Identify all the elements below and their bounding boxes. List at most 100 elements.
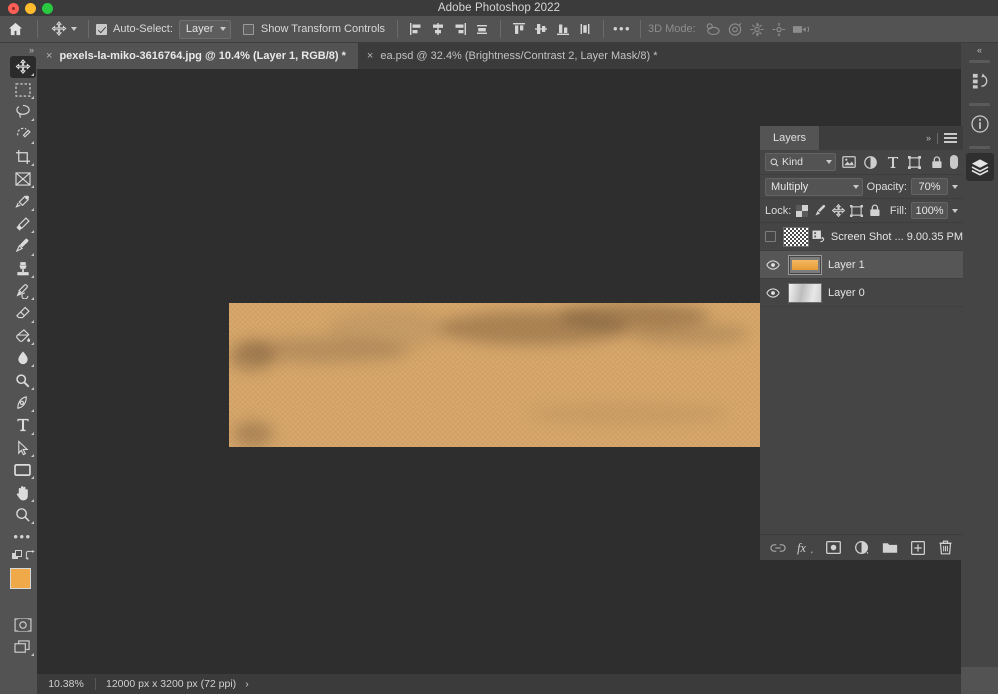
- lock-image-pixels-icon[interactable]: [813, 202, 827, 220]
- camera-3d-icon[interactable]: [790, 18, 812, 40]
- blur-tool-button[interactable]: [10, 347, 36, 369]
- align-right-edges-icon[interactable]: [449, 18, 471, 40]
- quick-selection-tool-button[interactable]: [10, 123, 36, 145]
- move-tool-button[interactable]: [10, 56, 36, 78]
- distribute-horizontal-icon[interactable]: [471, 18, 493, 40]
- active-tool-preset[interactable]: [45, 18, 81, 40]
- lock-position-icon[interactable]: [832, 202, 846, 220]
- filter-toggle-pill[interactable]: [950, 155, 958, 169]
- history-brush-tool-button[interactable]: [10, 280, 36, 302]
- lasso-tool-button[interactable]: [10, 101, 36, 123]
- orbit-3d-icon[interactable]: [702, 18, 724, 40]
- gradient-tool-button[interactable]: [10, 325, 36, 347]
- layer-row[interactable]: Screen Shot ... 9.00.35 PM: [760, 223, 963, 251]
- rectangle-tool-button[interactable]: [10, 459, 36, 481]
- filter-type-icon[interactable]: [884, 153, 902, 171]
- lock-artboard-nesting-icon[interactable]: [850, 202, 864, 220]
- dodge-tool-button[interactable]: [10, 369, 36, 391]
- align-bottom-edges-icon[interactable]: [552, 18, 574, 40]
- eraser-tool-button[interactable]: [10, 302, 36, 324]
- link-layers-icon[interactable]: [769, 539, 786, 556]
- pan-3d-icon[interactable]: [746, 18, 768, 40]
- align-top-edges-icon[interactable]: [508, 18, 530, 40]
- crop-tool-button[interactable]: [10, 146, 36, 168]
- brush-tool-button[interactable]: [10, 235, 36, 257]
- search-icon: [770, 158, 779, 167]
- filter-pixel-icon[interactable]: [840, 153, 858, 171]
- layer-thumbnail[interactable]: [788, 255, 822, 275]
- layer-style-fx-icon[interactable]: fx: [797, 539, 814, 556]
- lock-all-icon[interactable]: [868, 202, 882, 220]
- foreground-color-swatch[interactable]: [10, 568, 31, 589]
- zoom-level[interactable]: 10.38%: [37, 678, 95, 690]
- document-tab-active[interactable]: × pexels-la-miko-3616764.jpg @ 10.4% (La…: [37, 43, 358, 69]
- blend-mode-select[interactable]: Multiply: [765, 178, 863, 196]
- show-transform-controls-checkbox[interactable]: [243, 24, 254, 35]
- dock-grip-bar-3[interactable]: [969, 146, 990, 149]
- home-icon[interactable]: [0, 16, 30, 43]
- slide-3d-icon[interactable]: [768, 18, 790, 40]
- opacity-value[interactable]: 70%: [911, 178, 948, 195]
- dock-grip-bar-1[interactable]: [969, 60, 990, 63]
- hand-tool-button[interactable]: [10, 481, 36, 503]
- layer-thumbnail[interactable]: [788, 283, 822, 303]
- dock-collapse-button[interactable]: «: [961, 43, 998, 57]
- dock-grip-bar-2[interactable]: [969, 103, 990, 106]
- layer-visibility-toggle[interactable]: [764, 288, 782, 298]
- distribute-vertical-icon[interactable]: [574, 18, 596, 40]
- auto-select-checkbox[interactable]: [96, 24, 107, 35]
- toolbar-expand-button[interactable]: »: [8, 43, 37, 56]
- zoom-tool-button[interactable]: [10, 504, 36, 526]
- screen-mode-button[interactable]: [10, 636, 36, 658]
- tool-preset-chevron-down-icon[interactable]: [71, 27, 77, 31]
- auto-select-scope-select[interactable]: Layer: [179, 20, 231, 39]
- document-size-field[interactable]: 12000 px x 3200 px (72 ppi) ›: [96, 678, 249, 690]
- layer-row[interactable]: Layer 0: [760, 279, 963, 307]
- document-artboard[interactable]: [229, 303, 760, 447]
- roll-3d-icon[interactable]: [724, 18, 746, 40]
- layer-row[interactable]: Layer 1: [760, 251, 963, 279]
- delete-layer-icon[interactable]: [937, 539, 954, 556]
- panel-menu-icon[interactable]: [944, 133, 957, 143]
- opacity-chevron-down-icon[interactable]: [952, 185, 958, 189]
- fill-chevron-down-icon[interactable]: [952, 209, 958, 213]
- frame-tool-button[interactable]: [10, 168, 36, 190]
- fill-value[interactable]: 100%: [911, 202, 948, 219]
- spot-healing-brush-tool-button[interactable]: [10, 213, 36, 235]
- filter-adjustment-icon[interactable]: [862, 153, 880, 171]
- align-vertical-centers-icon[interactable]: [530, 18, 552, 40]
- horizontal-type-tool-button[interactable]: [10, 414, 36, 436]
- more-options-button[interactable]: •••: [611, 18, 633, 40]
- eyedropper-tool-button[interactable]: [10, 190, 36, 212]
- layer-thumbnail[interactable]: [783, 227, 809, 247]
- align-left-edges-icon[interactable]: [405, 18, 427, 40]
- panel-expand-chevron-icon[interactable]: »: [926, 133, 931, 143]
- status-expand-arrow-icon[interactable]: ›: [245, 678, 249, 690]
- document-tab-inactive[interactable]: × ea.psd @ 32.4% (Brightness/Contrast 2,…: [358, 43, 670, 69]
- add-layer-mask-icon[interactable]: [825, 539, 842, 556]
- filter-shape-icon[interactable]: [906, 153, 924, 171]
- clone-stamp-tool-button[interactable]: [10, 258, 36, 280]
- layer-filter-kind-select[interactable]: Kind: [765, 153, 836, 171]
- layers-panel-icon[interactable]: [966, 153, 994, 181]
- pen-tool-button[interactable]: [10, 392, 36, 414]
- close-tab-icon-2[interactable]: ×: [367, 50, 373, 62]
- tools-panel: »: [8, 43, 37, 667]
- new-layer-icon[interactable]: [909, 539, 926, 556]
- info-panel-icon[interactable]: [966, 110, 994, 138]
- color-swatches[interactable]: [8, 564, 37, 608]
- quick-mask-button[interactable]: [10, 614, 36, 636]
- close-tab-icon[interactable]: ×: [46, 50, 52, 62]
- tab-layers[interactable]: Layers: [760, 126, 819, 150]
- filter-smart-object-icon[interactable]: [928, 153, 946, 171]
- edit-toolbar-button[interactable]: •••: [10, 526, 36, 548]
- new-group-icon[interactable]: [881, 539, 898, 556]
- lock-transparent-pixels-icon[interactable]: [795, 202, 809, 220]
- layer-visibility-toggle[interactable]: [764, 231, 777, 242]
- layer-visibility-toggle[interactable]: [764, 260, 782, 270]
- new-adjustment-layer-icon[interactable]: [853, 539, 870, 556]
- align-horizontal-centers-icon[interactable]: [427, 18, 449, 40]
- rectangular-marquee-tool-button[interactable]: [10, 78, 36, 100]
- history-panel-icon[interactable]: [966, 67, 994, 95]
- path-selection-tool-button[interactable]: [10, 437, 36, 459]
